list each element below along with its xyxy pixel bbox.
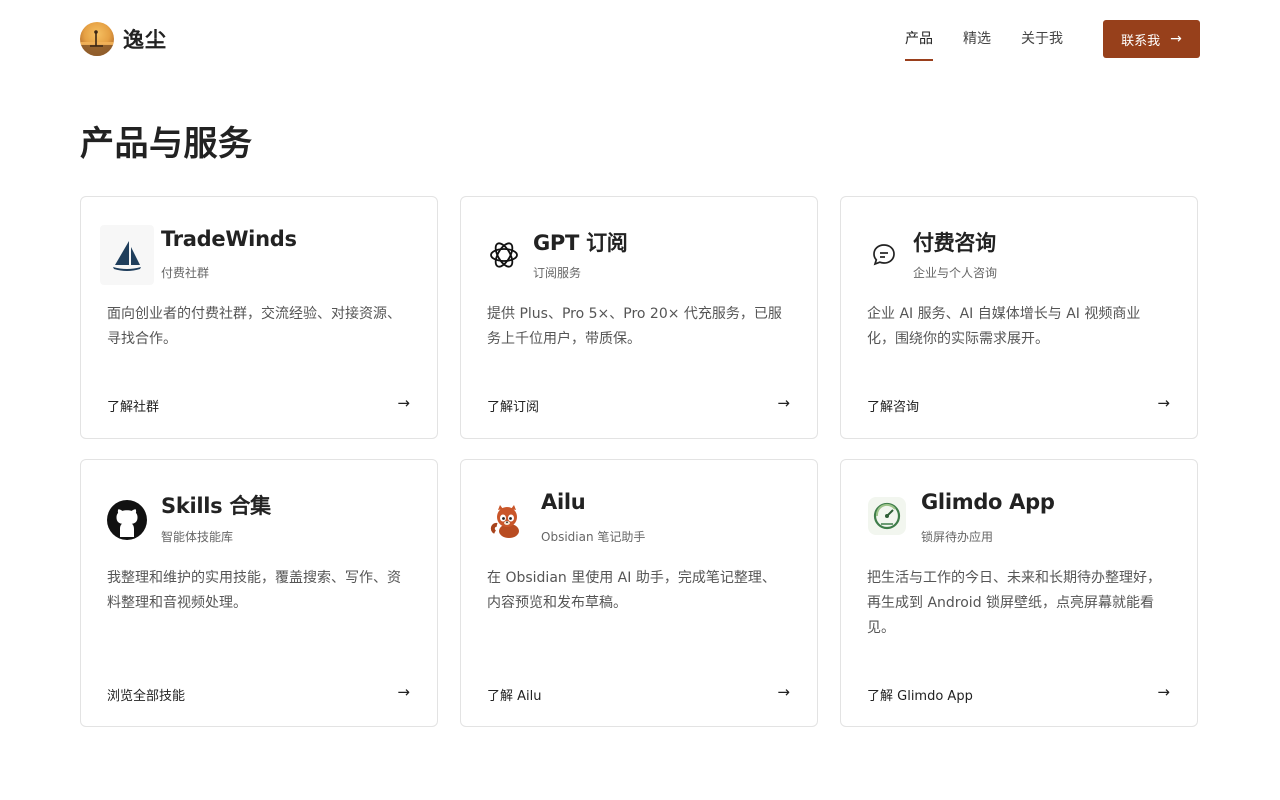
arrow-right-icon[interactable]: →: [777, 683, 790, 701]
arrow-right-icon[interactable]: →: [1157, 683, 1170, 701]
arrow-right-icon[interactable]: →: [1157, 394, 1170, 412]
github-icon: [103, 490, 151, 550]
card-subtitle: 订阅服务: [533, 266, 582, 280]
arrow-right-icon[interactable]: →: [397, 683, 410, 701]
card-link[interactable]: 了解社群: [107, 396, 159, 415]
chat-bubble-icon: [861, 225, 907, 285]
nav-item-about[interactable]: 关于我: [1021, 29, 1063, 49]
card-description: 提供 Plus、Pro 5×、Pro 20× 代充服务，已服务上千位用户，带质保…: [487, 306, 782, 347]
contact-button[interactable]: 联系我 →: [1103, 20, 1200, 58]
card-description: 面向创业者的付费社群，交流经验、对接资源、寻找合作。: [107, 306, 401, 347]
product-card-glimdo[interactable]: Glimdo App 锁屏待办应用 把生活与工作的今日、未来和长期待办整理好，再…: [840, 459, 1198, 727]
brand-name: 逸尘: [123, 28, 167, 52]
arrow-right-icon: →: [1170, 31, 1182, 47]
brand[interactable]: 逸尘: [80, 22, 167, 56]
card-subtitle: 锁屏待办应用: [921, 530, 994, 544]
card-description: 企业 AI 服务、AI 自媒体增长与 AI 视频商业化，围绕你的实际需求展开。: [867, 306, 1141, 347]
card-subtitle: Obsidian 笔记助手: [541, 530, 646, 544]
nav-item-featured[interactable]: 精选: [963, 29, 991, 49]
arrow-right-icon[interactable]: →: [397, 394, 410, 412]
card-description: 我整理和维护的实用技能，覆盖搜索、写作、资料整理和音视频处理。: [107, 570, 401, 611]
product-card-ailu[interactable]: Ailu Obsidian 笔记助手 在 Obsidian 里使用 AI 助手，…: [460, 459, 818, 727]
card-link[interactable]: 了解订阅: [487, 396, 539, 415]
card-description: 把生活与工作的今日、未来和长期待办整理好，再生成到 Android 锁屏壁纸，点…: [867, 570, 1161, 636]
card-link[interactable]: 了解咨询: [867, 396, 919, 415]
nav-item-products[interactable]: 产品: [905, 29, 933, 61]
glimdo-gauge-icon: [865, 490, 909, 542]
openai-icon: [481, 225, 527, 285]
red-panda-icon: [483, 490, 531, 550]
card-title: TradeWinds: [161, 227, 297, 251]
card-title: Ailu: [541, 490, 586, 514]
card-link[interactable]: 了解 Ailu: [487, 685, 542, 704]
product-card-skills[interactable]: Skills 合集 智能体技能库 我整理和维护的实用技能，覆盖搜索、写作、资料整…: [80, 459, 438, 727]
card-title: Skills 合集: [161, 494, 271, 518]
card-subtitle: 智能体技能库: [161, 530, 234, 544]
card-subtitle: 企业与个人咨询: [913, 266, 998, 280]
product-card-tradewinds[interactable]: TradeWinds 付费社群 面向创业者的付费社群，交流经验、对接资源、寻找合…: [80, 196, 438, 439]
page-title: 产品与服务: [80, 124, 253, 164]
product-card-consulting[interactable]: 付费咨询 企业与个人咨询 企业 AI 服务、AI 自媒体增长与 AI 视频商业化…: [840, 196, 1198, 439]
contact-button-label: 联系我: [1121, 33, 1161, 49]
card-link[interactable]: 浏览全部技能: [107, 685, 185, 704]
site-header: 逸尘 产品 精选 关于我 联系我 →: [80, 20, 1200, 61]
arrow-right-icon[interactable]: →: [777, 394, 790, 412]
card-description: 在 Obsidian 里使用 AI 助手，完成笔记整理、内容预览和发布草稿。: [487, 570, 776, 611]
card-link[interactable]: 了解 Glimdo App: [867, 685, 973, 704]
sailboat-icon: [100, 225, 154, 285]
product-card-gpt[interactable]: GPT 订阅 订阅服务 提供 Plus、Pro 5×、Pro 20× 代充服务，…: [460, 196, 818, 439]
card-title: GPT 订阅: [533, 231, 628, 255]
sunset-surfer-avatar: [80, 22, 114, 56]
card-title: Glimdo App: [921, 490, 1055, 514]
card-title: 付费咨询: [913, 231, 996, 255]
card-subtitle: 付费社群: [161, 266, 210, 280]
